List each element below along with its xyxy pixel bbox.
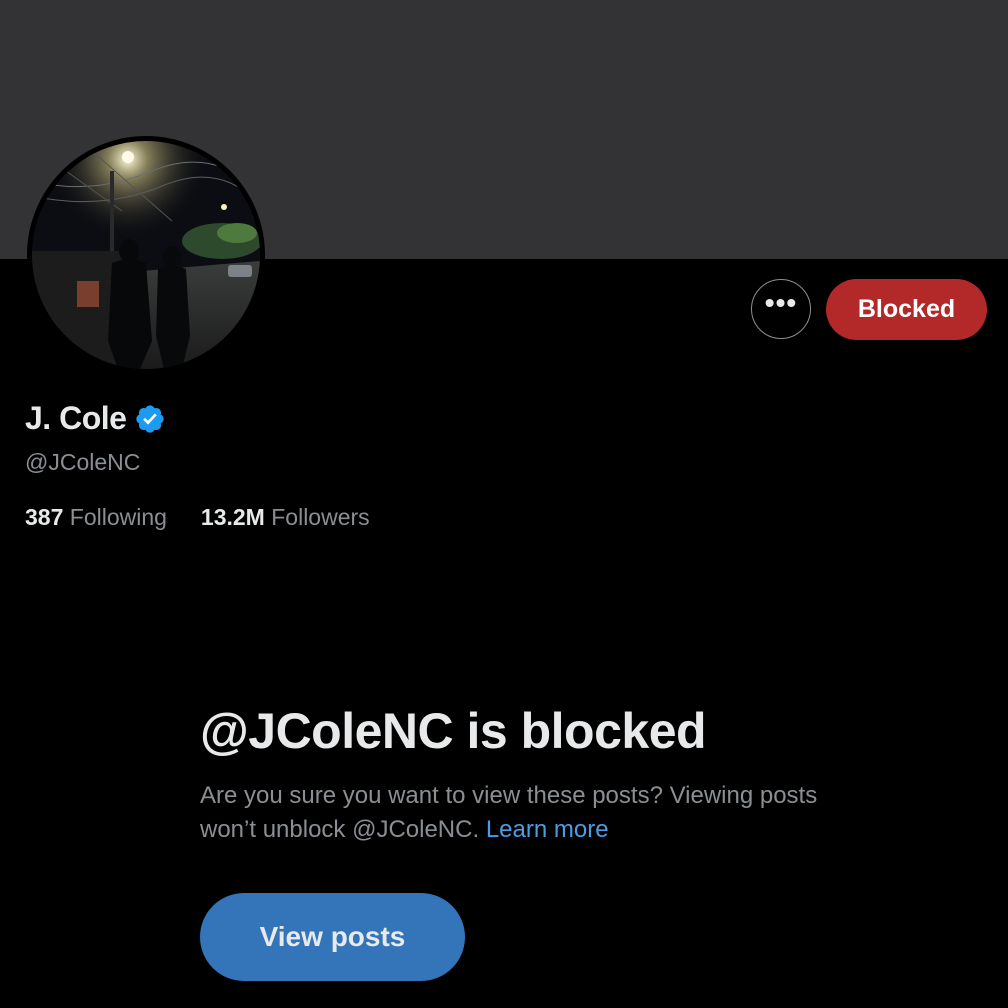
followers-count: 13.2M (200, 504, 265, 530)
blocked-description: Are you sure you want to view these post… (200, 779, 840, 847)
followers-stat[interactable]: 13.2M Followers (201, 504, 370, 531)
verified-badge-icon[interactable] (134, 403, 166, 435)
name-row: J. Cole (25, 400, 166, 437)
profile-stats: 387 Following 13.2M Followers (25, 504, 370, 531)
more-options-button[interactable]: ••• (751, 279, 811, 339)
avatar[interactable] (27, 136, 265, 374)
blocked-button[interactable]: Blocked (826, 279, 987, 340)
following-label: Following (69, 504, 167, 530)
followers-label: Followers (271, 504, 370, 530)
following-stat[interactable]: 387 Following (25, 504, 167, 531)
display-name: J. Cole (25, 400, 127, 436)
blocked-title: @JColeNC is blocked (200, 703, 707, 759)
avatar-photo (32, 141, 260, 369)
view-posts-button[interactable]: View posts (200, 893, 465, 981)
following-count: 387 (25, 504, 64, 530)
more-options-icon: ••• (764, 287, 798, 318)
profile-page: ••• Blocked J. Cole @JColeNC 387 Followi… (0, 0, 1008, 1008)
profile-handle: @JColeNC (25, 449, 141, 475)
learn-more-link[interactable]: Learn more (486, 816, 609, 843)
